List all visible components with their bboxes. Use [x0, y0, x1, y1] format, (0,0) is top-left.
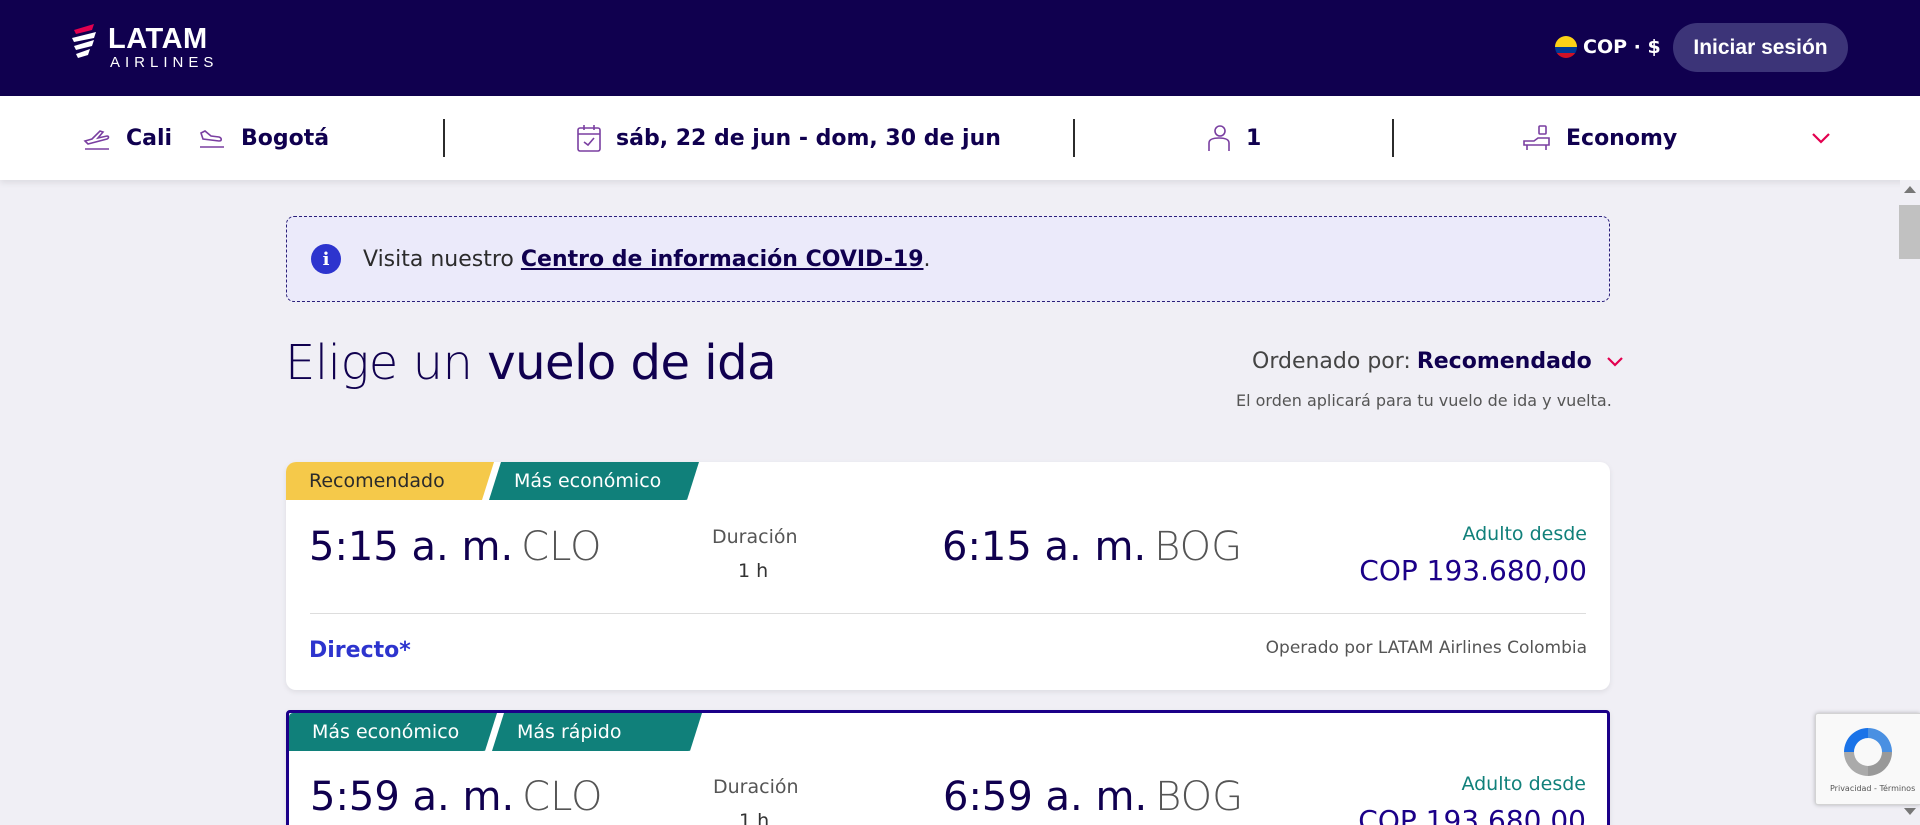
sort-label: Ordenado por:: [1252, 349, 1411, 374]
passenger-icon: [1208, 125, 1230, 151]
tag-cheapest: Más económico: [489, 462, 699, 500]
departure-time-block: 5:15 a. m. CLO: [309, 524, 601, 570]
destination-field[interactable]: Bogotá: [197, 96, 329, 180]
duration-value: 1 h: [739, 810, 770, 825]
operator-info: Operado por LATAM Airlines Colombia: [1265, 638, 1587, 658]
cabin-class: Economy: [1566, 125, 1678, 151]
latam-logo[interactable]: LATAM AIRLINES: [70, 22, 218, 72]
travel-dates: sáb, 22 de jun - dom, 30 de jun: [616, 125, 1001, 151]
chevron-down-icon: [1607, 356, 1623, 367]
price-label: Adulto desde: [1461, 773, 1586, 795]
duration-value: 1 h: [738, 560, 769, 582]
arrival-time-block: 6:15 a. m. BOG: [942, 524, 1242, 570]
tag-fastest: Más rápido: [492, 713, 702, 751]
origin-city: Cali: [126, 125, 173, 151]
divider: [1073, 119, 1075, 157]
divider: [310, 613, 1586, 614]
sort-dropdown[interactable]: Ordenado por: Recomendado: [1252, 349, 1624, 374]
arrival-airport-code: BOG: [1155, 774, 1244, 820]
recaptcha-badge[interactable]: Privacidad - Términos: [1815, 713, 1920, 805]
colombia-flag-icon: [1555, 36, 1577, 58]
covid-info-link[interactable]: Centro de información COVID-19: [521, 247, 924, 272]
passengers-field[interactable]: 1: [1206, 96, 1261, 180]
notice-text: Visita nuestro: [363, 246, 514, 272]
departure-time-block: 5:59 a. m. CLO: [310, 774, 602, 820]
recaptcha-logo-icon: [1844, 728, 1892, 776]
scrollbar-thumb[interactable]: [1899, 205, 1920, 259]
covid-notice-banner: i Visita nuestro Centro de información C…: [286, 216, 1610, 302]
calendar-icon: [577, 125, 601, 152]
sort-value: Recomendado: [1416, 349, 1592, 374]
arrival-time-block: 6:59 a. m. BOG: [943, 774, 1243, 820]
currency-selector[interactable]: COP · $: [1555, 36, 1661, 58]
divider: [1392, 119, 1394, 157]
search-summary-bar: Cali Bogotá sáb, 22 de jun - dom, 30 de …: [0, 96, 1920, 180]
departure-time: 5:15 a. m.: [309, 524, 514, 570]
page-title-part2: vuelo de ida: [487, 335, 776, 391]
sort-note: El orden aplicará para tu vuelo de ida y…: [1236, 391, 1612, 410]
landing-icon: [200, 130, 224, 148]
scroll-up-arrow-icon[interactable]: [1904, 186, 1916, 193]
currency-label: COP · $: [1583, 36, 1661, 58]
takeoff-icon: [83, 130, 110, 150]
arrival-time: 6:59 a. m.: [943, 774, 1148, 820]
page-title-part1: Elige un: [285, 335, 473, 391]
seat-icon: [1523, 125, 1550, 150]
latam-logo-icon: [70, 22, 102, 72]
recaptcha-links[interactable]: Privacidad - Términos: [1830, 784, 1915, 793]
divider: [443, 119, 445, 157]
login-button[interactable]: Iniciar sesión: [1673, 23, 1848, 72]
flight-card[interactable]: Recomendado Más económico 5:15 a. m. CLO …: [286, 462, 1610, 690]
tag-recommended: Recomendado: [286, 462, 494, 500]
notice-suffix: .: [923, 246, 931, 272]
departure-airport-code: CLO: [521, 524, 602, 570]
arrival-time: 6:15 a. m.: [942, 524, 1147, 570]
duration-label: Duración: [712, 526, 798, 548]
destination-city: Bogotá: [241, 125, 330, 151]
scroll-down-arrow-icon[interactable]: [1904, 808, 1916, 815]
tag-cheapest: Más económico: [289, 713, 497, 751]
origin-field[interactable]: Cali: [82, 96, 172, 180]
departure-time: 5:59 a. m.: [310, 774, 515, 820]
passenger-count: 1: [1246, 125, 1262, 151]
info-icon: i: [311, 244, 341, 274]
chevron-down-icon[interactable]: [1810, 128, 1832, 148]
cabin-field[interactable]: Economy: [1522, 96, 1677, 180]
price-label: Adulto desde: [1462, 523, 1587, 545]
price-value: COP 193.680,00: [1359, 554, 1587, 587]
price-value: COP 193.680,00: [1358, 804, 1586, 825]
logo-text-airlines: AIRLINES: [110, 53, 219, 71]
arrival-airport-code: BOG: [1154, 524, 1243, 570]
departure-airport-code: CLO: [522, 774, 603, 820]
top-navigation-bar: LATAM AIRLINES COP · $ Iniciar sesión: [0, 0, 1920, 96]
logo-text-latam: LATAM: [108, 22, 208, 55]
dates-field[interactable]: sáb, 22 de jun - dom, 30 de jun: [576, 96, 1001, 180]
duration-label: Duración: [713, 776, 799, 798]
page-title: Elige un vuelo de ida: [285, 335, 776, 391]
stops-info[interactable]: Directo*: [309, 638, 411, 663]
flight-card[interactable]: Más económico Más rápido 5:59 a. m. CLO D…: [286, 710, 1610, 825]
